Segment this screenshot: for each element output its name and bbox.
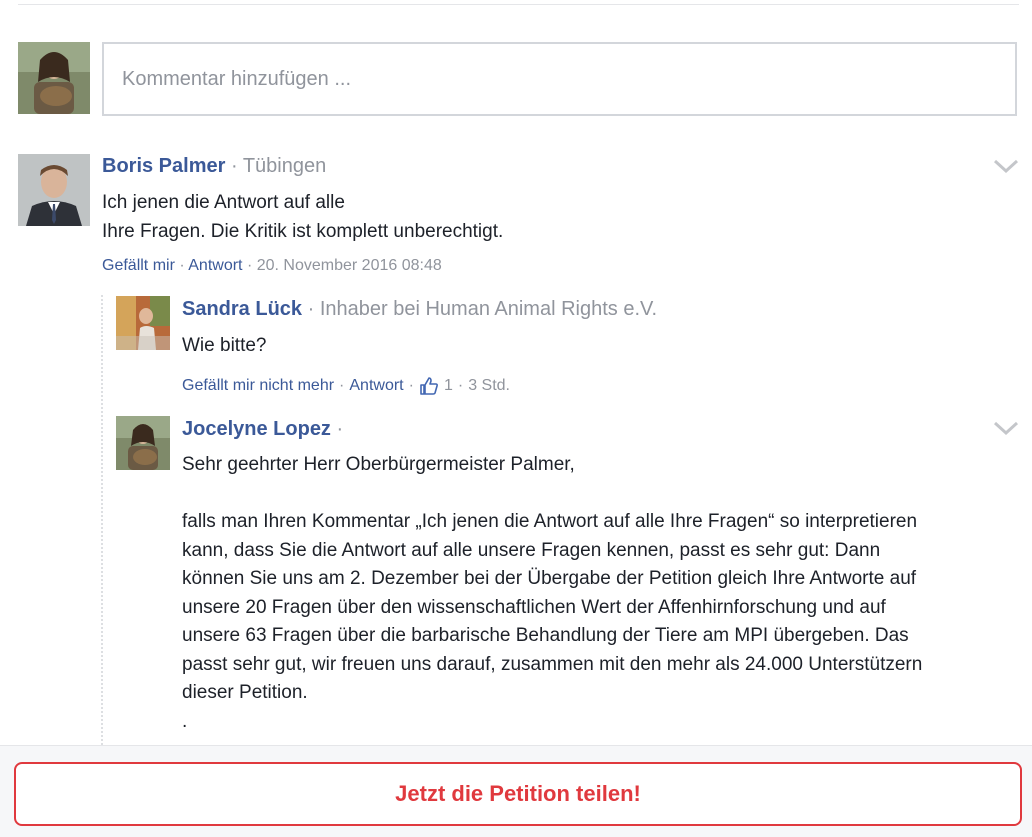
reply-line: passt sehr gut, wir freuen uns darauf, z… xyxy=(182,653,923,675)
reply-header: Jocelyne Lopez · xyxy=(182,418,343,441)
separator-dot: · xyxy=(408,377,414,394)
reply-time[interactable]: 3 Std. xyxy=(468,377,510,395)
boris-palmer-avatar[interactable] xyxy=(18,154,90,226)
sandra-lueck-avatar[interactable] xyxy=(116,296,170,350)
comment-line: Ihre Fragen. Die Kritik ist komplett unb… xyxy=(102,220,504,242)
reply-line: . xyxy=(182,710,188,732)
like-button[interactable]: Gefällt mir xyxy=(102,257,175,274)
comment-actions: Gefällt mir · Antwort · 20. November 201… xyxy=(102,257,442,275)
reply-line xyxy=(182,480,1022,509)
reply-header: Sandra Lück · Inhaber bei Human Animal R… xyxy=(182,298,657,321)
reply-body: Wie bitte? xyxy=(182,332,266,361)
reply-line: dieser Petition. xyxy=(182,682,308,703)
reply-actions: Gefällt mir nicht mehr · Antwort · 1 · 3… xyxy=(182,376,510,396)
chevron-down-icon[interactable] xyxy=(993,158,1019,174)
reply-line: falls man Ihren Kommentar „Ich jenen die… xyxy=(182,511,918,532)
chevron-down-icon[interactable] xyxy=(993,420,1019,436)
reply-line: unsere 63 Fragen über die barbarische Be… xyxy=(182,625,909,646)
share-petition-button[interactable]: Jetzt die Petition teilen! xyxy=(14,762,1022,826)
author-subtitle: Inhaber bei Human Animal Rights e.V. xyxy=(319,298,658,320)
current-user-avatar[interactable] xyxy=(18,42,90,114)
reply-line: Wie bitte? xyxy=(182,335,267,356)
jocelyne-lopez-avatar[interactable] xyxy=(116,416,170,470)
reply-author[interactable]: Jocelyne Lopez xyxy=(182,418,331,440)
separator-dot: · xyxy=(457,377,464,394)
comment-author[interactable]: Boris Palmer xyxy=(102,155,225,177)
thumbs-up-icon[interactable] xyxy=(419,376,439,396)
author-subtitle: Tübingen xyxy=(242,155,327,177)
comment-composer[interactable] xyxy=(102,42,1017,116)
reply-thread-line xyxy=(101,295,103,745)
separator-dot: · xyxy=(307,298,315,320)
separator-dot: · xyxy=(179,257,185,274)
reply-line: können Sie uns am 2. Dezember bei der Üb… xyxy=(182,568,917,589)
comment-line: Ich jenen die Antwort auf alle xyxy=(102,192,345,213)
reply-line: unsere 20 Fragen über den wissenschaftli… xyxy=(182,596,886,618)
separator-dot: · xyxy=(230,155,238,177)
separator-dot: · xyxy=(246,257,253,274)
separator-dot: · xyxy=(336,418,344,440)
comment-body: Ich jenen die Antwort auf alle Ihre Frag… xyxy=(102,189,982,246)
unlike-button[interactable]: Gefällt mir nicht mehr xyxy=(182,377,334,395)
reply-button[interactable]: Antwort xyxy=(349,377,403,395)
reply-button[interactable]: Antwort xyxy=(188,257,242,274)
comment-input[interactable] xyxy=(120,66,999,92)
separator-dot: · xyxy=(339,377,345,394)
reply-body: Sehr geehrter Herr Oberbürgermeister Pal… xyxy=(182,451,1022,736)
reply-author[interactable]: Sandra Lück xyxy=(182,298,302,320)
top-divider xyxy=(18,4,1019,5)
comment-timestamp[interactable]: 20. November 2016 08:48 xyxy=(257,257,442,274)
like-count[interactable]: 1 xyxy=(444,377,453,395)
reply-line: kann, dass Sie die Antwort auf alle unse… xyxy=(182,539,881,561)
comment-header: Boris Palmer · Tübingen xyxy=(102,155,326,178)
reply-line: Sehr geehrter Herr Oberbürgermeister Pal… xyxy=(182,454,575,475)
